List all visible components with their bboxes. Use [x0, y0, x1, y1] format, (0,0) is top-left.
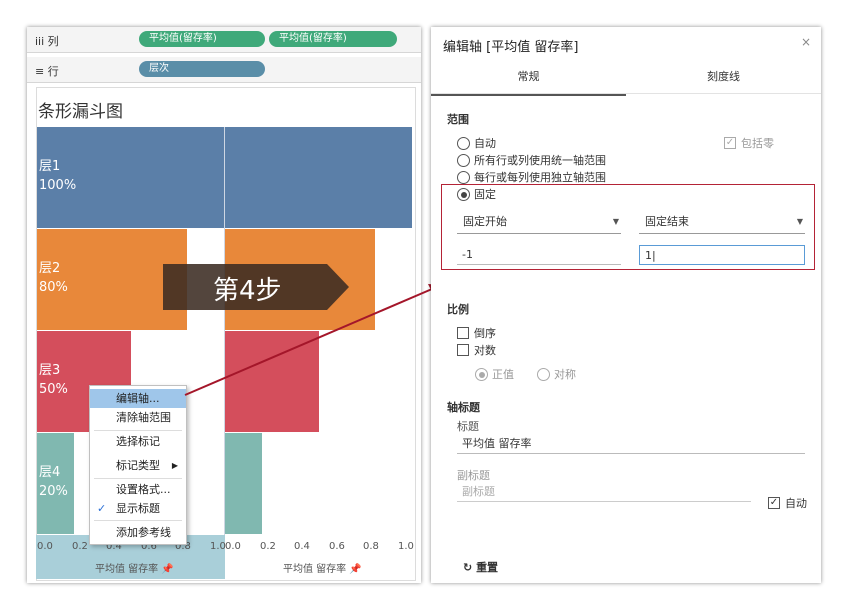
dialog-title: 编辑轴 [平均值 留存率] — [443, 40, 579, 55]
reset-button[interactable]: ↻ 重置 — [463, 559, 498, 575]
highlight-box — [441, 184, 815, 270]
edit-axis-dialog: 编辑轴 [平均值 留存率] × 常规 刻度线 范围 自动 ✓ 包括零 所有行或列… — [431, 27, 821, 583]
auto-subtitle-label: 自动 — [785, 497, 807, 510]
radio-positive-label: 正值 — [492, 368, 514, 381]
radio-independent-label: 每行或每列使用独立轴范围 — [474, 171, 606, 184]
radio-symmetric-label: 对称 — [554, 368, 576, 381]
radio-auto-label: 自动 — [474, 137, 496, 150]
range-heading: 范围 — [447, 113, 469, 126]
title-input[interactable]: 平均值 留存率 — [457, 434, 805, 454]
axis-title-heading: 轴标题 — [447, 401, 480, 414]
include-zero-label: 包括零 — [741, 137, 774, 150]
title-label: 标题 — [457, 420, 479, 433]
tab-divider — [431, 93, 821, 94]
radio-independent[interactable] — [457, 171, 470, 184]
log-label: 对数 — [474, 344, 496, 357]
reversed-checkbox[interactable] — [457, 327, 469, 339]
include-zero-checkbox[interactable]: ✓ — [724, 137, 736, 149]
radio-symmetric[interactable] — [537, 368, 550, 381]
tab-tick-marks[interactable]: 刻度线 — [626, 65, 821, 93]
reset-icon: ↻ — [463, 561, 473, 574]
radio-positive[interactable] — [475, 368, 488, 381]
radio-auto[interactable] — [457, 137, 470, 150]
log-checkbox[interactable] — [457, 344, 469, 356]
reversed-label: 倒序 — [474, 327, 496, 340]
scale-heading: 比例 — [447, 303, 469, 316]
tab-general[interactable]: 常规 — [431, 65, 626, 96]
subtitle-input[interactable]: 副标题 — [457, 482, 751, 502]
radio-uniform-label: 所有行或列使用统一轴范围 — [474, 154, 606, 167]
auto-subtitle-checkbox[interactable]: ✓ — [768, 497, 780, 509]
subtitle-label: 副标题 — [457, 469, 490, 482]
close-icon[interactable]: × — [801, 35, 811, 49]
radio-uniform[interactable] — [457, 154, 470, 167]
